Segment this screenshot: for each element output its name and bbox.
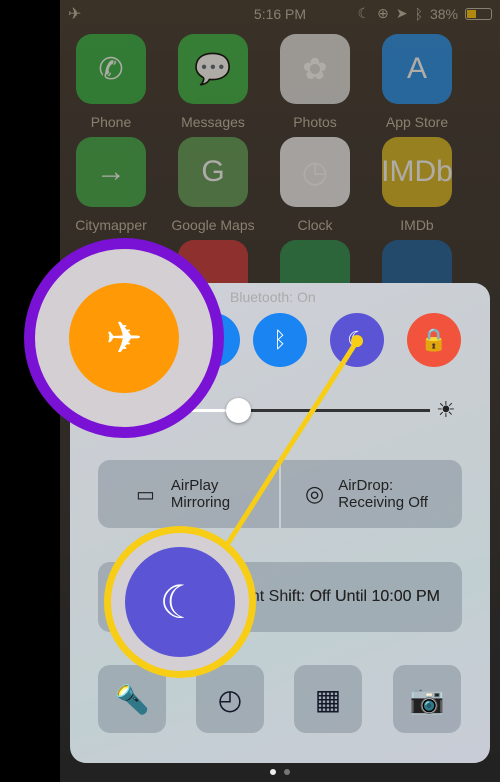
do-not-disturb-magnifier: ☾ [104, 526, 256, 678]
airplane-icon: ✈ [69, 283, 179, 393]
moon-icon: ☾ [125, 547, 235, 657]
airplane-magnifier: ✈ [24, 238, 224, 438]
